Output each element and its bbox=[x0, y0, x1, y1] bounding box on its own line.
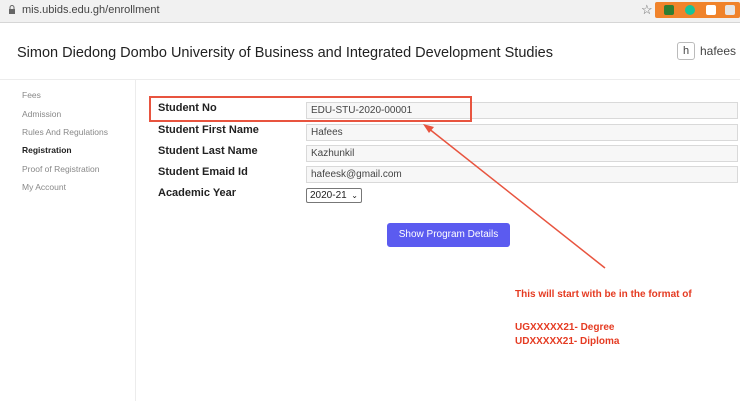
annotation-text-diploma: UDXXXXX21- Diploma bbox=[515, 336, 620, 347]
annotation-arrow bbox=[423, 124, 606, 269]
annotation-text-format: This will start with be in the format of bbox=[515, 289, 692, 300]
annotation-text-degree: UGXXXXX21- Degree bbox=[515, 322, 615, 333]
